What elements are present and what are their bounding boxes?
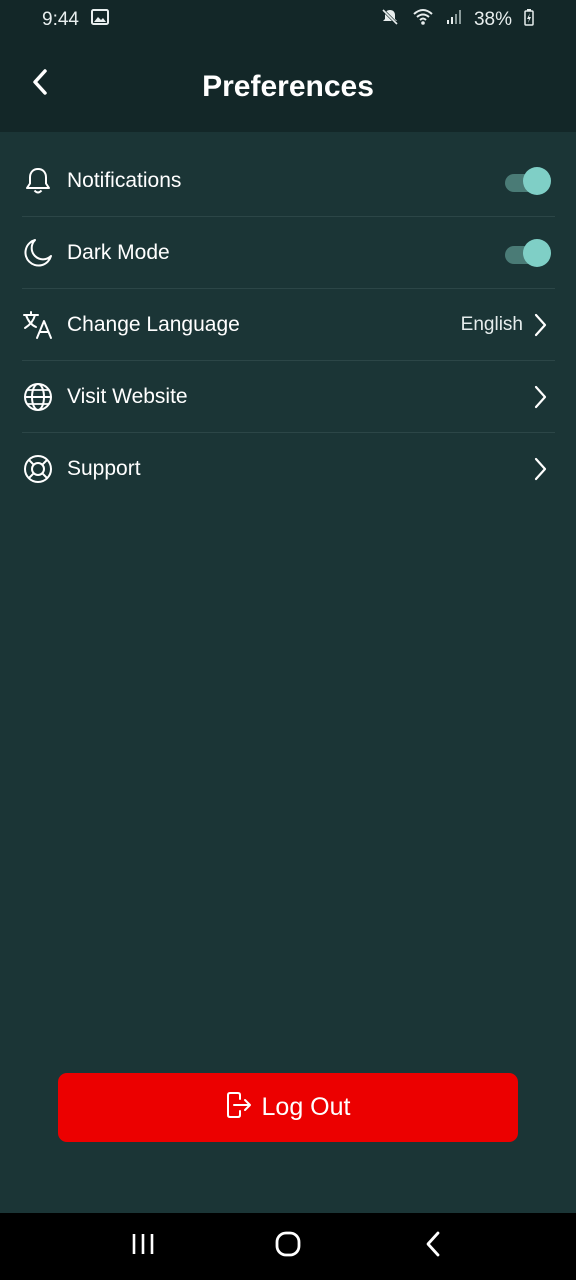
settings-row-label: Change Language [67,312,240,336]
translate-icon [22,309,54,341]
status-bar: 9:44 38% [0,0,576,40]
home-icon [274,1230,302,1263]
mute-icon [380,7,400,33]
nav-back-button[interactable] [403,1217,463,1277]
status-right: 38% [380,7,534,33]
settings-row-label: Visit Website [67,384,188,408]
back-icon [424,1230,442,1263]
page-title: Preferences [202,70,374,103]
settings-row-dark-mode[interactable]: Dark Mode [22,217,555,289]
toggle-thumb [523,166,551,195]
settings-row-notifications[interactable]: Notifications [22,145,555,217]
recent-apps-button[interactable] [113,1217,173,1277]
settings-row-label: Notifications [67,168,182,192]
battery-percent: 38% [473,9,512,30]
dark-mode-toggle[interactable] [505,238,551,267]
recent-apps-icon [130,1232,156,1261]
chevron-right-icon [533,457,549,481]
settings-row-label: Dark Mode [67,240,170,264]
bell-icon [22,165,54,197]
logout-label: Log Out [261,1093,351,1121]
image-notification-icon [90,8,109,32]
settings-row-visit-website[interactable]: Visit Website [22,361,555,433]
settings-list: Notifications Dark Mode Change Language … [22,145,555,505]
lifebuoy-icon [22,453,54,485]
settings-row-support[interactable]: Support [22,433,555,505]
system-nav-bar [0,1213,576,1280]
status-left: 9:44 [42,8,109,32]
battery-charging-icon [524,8,534,32]
notifications-toggle[interactable] [505,166,551,195]
logout-icon [226,1091,252,1124]
wifi-icon [412,8,434,32]
app-header: Preferences [0,40,576,132]
home-button[interactable] [258,1217,318,1277]
globe-icon [22,381,54,413]
current-language: English [460,313,523,335]
toggle-thumb [523,238,551,267]
moon-icon [22,237,54,269]
chevron-right-icon [533,385,549,409]
status-time: 9:44 [42,9,79,30]
settings-row-change-language[interactable]: Change Language English [22,289,555,361]
chevron-right-icon [533,313,549,337]
signal-icon [446,9,462,31]
logout-button[interactable]: Log Out [58,1073,518,1142]
settings-row-label: Support [67,457,141,480]
